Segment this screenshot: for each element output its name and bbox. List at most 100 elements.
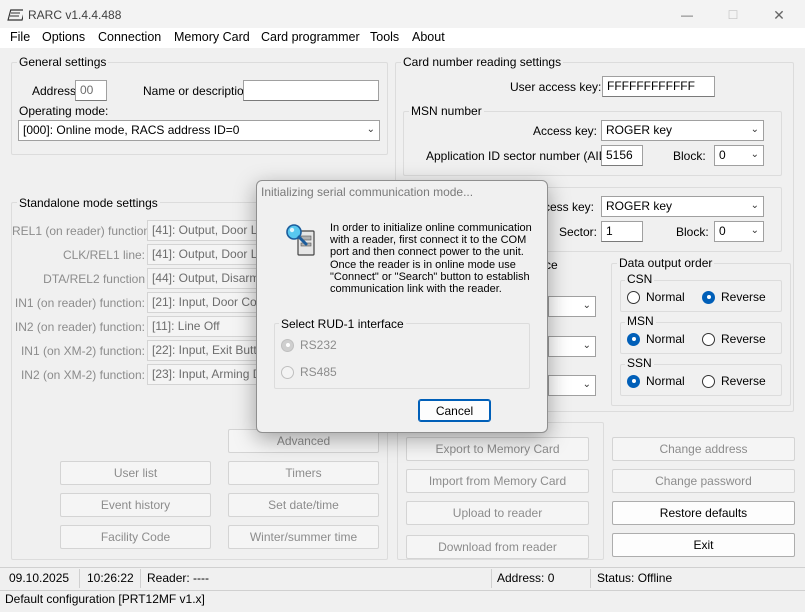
msn-title: MSN number <box>409 104 484 118</box>
msn-format-select[interactable]: ⌄ <box>548 336 596 357</box>
msn-block-value: 0 <box>719 148 726 162</box>
close-button[interactable]: ✕ <box>756 0 802 30</box>
timers-button[interactable]: Timers <box>228 461 379 485</box>
event-history-button[interactable]: Event history <box>60 493 211 517</box>
in1-reader-select[interactable]: [21]: Input, Door Contact <box>147 292 267 313</box>
status-divider <box>0 567 805 568</box>
rs485-radio[interactable]: RS485 <box>281 365 337 379</box>
ssn-access-key-select[interactable]: ROGER key ⌄ <box>601 196 764 217</box>
csn-reverse-radio[interactable]: Reverse <box>702 290 766 304</box>
ssn-block-select[interactable]: 0 ⌄ <box>714 221 764 242</box>
name-field[interactable] <box>243 80 379 101</box>
standalone-settings-title: Standalone mode settings <box>17 196 160 210</box>
msn-block-select[interactable]: 0 ⌄ <box>714 145 764 166</box>
menu-tools[interactable]: Tools <box>370 30 399 44</box>
serial-port-search-icon <box>286 224 315 256</box>
import-from-memory-card-button[interactable]: Import from Memory Card <box>406 469 589 493</box>
radio-icon <box>702 374 715 388</box>
status-configuration: Default configuration [PRT12MF v1.x] <box>5 592 205 606</box>
ssn-block-value: 0 <box>719 224 726 238</box>
rs232-radio[interactable]: RS232 <box>281 338 337 352</box>
chevron-down-icon: ⌄ <box>582 340 591 351</box>
general-settings-title: General settings <box>17 55 109 69</box>
app-icon <box>7 9 23 21</box>
csn-format-select[interactable]: ⌄ <box>548 296 596 317</box>
operating-mode-select[interactable]: [000]: Online mode, RACS address ID=0 ⌄ <box>18 120 380 141</box>
status-date: 09.10.2025 <box>5 569 80 588</box>
msn-order-title: MSN <box>625 314 656 328</box>
chevron-down-icon: ⌄ <box>582 300 591 311</box>
chevron-down-icon: ⌄ <box>750 124 759 135</box>
rud1-interface-title: Select RUD-1 interface <box>279 317 406 331</box>
in1-xm2-label: IN1 (on XM-2) function: <box>20 344 145 358</box>
dta-rel2-label: DTA/REL2 function <box>43 272 145 286</box>
ssn-access-key-value: ROGER key <box>606 199 673 213</box>
init-dialog: Initializing serial communication mode..… <box>256 180 548 433</box>
chevron-down-icon: ⌄ <box>750 225 759 236</box>
ssn-format-select[interactable]: ⌄ <box>548 375 596 396</box>
exit-button[interactable]: Exit <box>612 533 795 557</box>
download-from-reader-button[interactable]: Download from reader <box>406 535 589 559</box>
csn-order-title: CSN <box>625 272 655 286</box>
upload-to-reader-button[interactable]: Upload to reader <box>406 501 589 525</box>
user-list-button[interactable]: User list <box>60 461 211 485</box>
in2-reader-label: IN2 (on reader) function: <box>14 320 145 334</box>
dta-rel2-select[interactable]: [44]: Output, Disarmed <box>147 268 267 289</box>
data-output-order-title: Data output order <box>617 256 715 270</box>
msn-access-key-value: ROGER key <box>606 123 673 137</box>
chevron-down-icon: ⌄ <box>582 379 591 390</box>
menu-card-programmer[interactable]: Card programmer <box>261 30 360 44</box>
clk-rel1-select[interactable]: [41]: Output, Door Lock <box>147 244 267 265</box>
dialog-title: Initializing serial communication mode..… <box>261 185 474 199</box>
radio-icon <box>702 332 715 346</box>
status-time: 10:26:22 <box>83 569 141 588</box>
aid-field[interactable]: 5156 <box>601 145 643 166</box>
msn-access-key-select[interactable]: ROGER key ⌄ <box>601 120 764 141</box>
chevron-down-icon: ⌄ <box>750 149 759 160</box>
sector-field[interactable]: 1 <box>601 221 643 242</box>
sector-label: Sector: <box>559 225 598 239</box>
aid-label: Application ID sector number (AID): <box>426 149 615 163</box>
ssn-reverse-radio[interactable]: Reverse <box>702 374 766 388</box>
rel1-select[interactable]: [41]: Output, Door Lock <box>147 220 267 241</box>
status-divider-2 <box>0 590 805 591</box>
ssn-normal-radio[interactable]: Normal <box>627 374 685 388</box>
rel1-label: REL1 (on reader) function: <box>12 224 154 238</box>
set-date-time-button[interactable]: Set date/time <box>228 493 379 517</box>
facility-code-button[interactable]: Facility Code <box>60 525 211 549</box>
menu-bar: File Options Connection Memory Card Card… <box>0 28 805 48</box>
address-field[interactable]: 00 <box>75 80 107 101</box>
cancel-button[interactable]: Cancel <box>418 399 491 422</box>
winter-summer-time-button[interactable]: Winter/summer time <box>228 525 379 549</box>
close-icon: ✕ <box>773 6 785 23</box>
menu-options[interactable]: Options <box>42 30 85 44</box>
menu-about[interactable]: About <box>412 30 445 44</box>
minimize-button[interactable]: — <box>664 0 710 30</box>
restore-defaults-button[interactable]: Restore defaults <box>612 501 795 525</box>
export-to-memory-card-button[interactable]: Export to Memory Card <box>406 437 589 461</box>
radio-selected-icon <box>627 332 640 346</box>
menu-connection[interactable]: Connection <box>98 30 161 44</box>
in2-xm2-select[interactable]: [23]: Input, Arming Disarming <box>147 364 267 385</box>
clk-rel1-label: CLK/REL1 line: <box>62 248 145 262</box>
in1-xm2-select[interactable]: [22]: Input, Exit Button <box>147 340 267 361</box>
msn-block-label: Block: <box>673 149 706 163</box>
rud1-interface-group <box>274 323 530 389</box>
radio-selected-icon <box>702 290 715 304</box>
radio-icon <box>281 365 294 379</box>
msn-normal-radio[interactable]: Normal <box>627 332 685 346</box>
change-address-button[interactable]: Change address <box>612 437 795 461</box>
in2-xm2-label: IN2 (on XM-2) function: <box>20 368 145 382</box>
in2-reader-select[interactable]: [11]: Line Off <box>147 316 267 337</box>
msn-reverse-radio[interactable]: Reverse <box>702 332 766 346</box>
ssn-block-label: Block: <box>676 225 709 239</box>
menu-memory-card[interactable]: Memory Card <box>174 30 250 44</box>
csn-normal-radio[interactable]: Normal <box>627 290 685 304</box>
change-password-button[interactable]: Change password <box>612 469 795 493</box>
user-access-key-label: User access key: <box>510 80 602 94</box>
maximize-button[interactable]: ☐ <box>710 0 756 30</box>
user-access-key-field[interactable]: FFFFFFFFFFFF <box>602 76 715 97</box>
menu-file[interactable]: File <box>10 30 30 44</box>
chevron-down-icon: ⌄ <box>366 124 375 135</box>
address-label: Address: <box>32 84 80 98</box>
